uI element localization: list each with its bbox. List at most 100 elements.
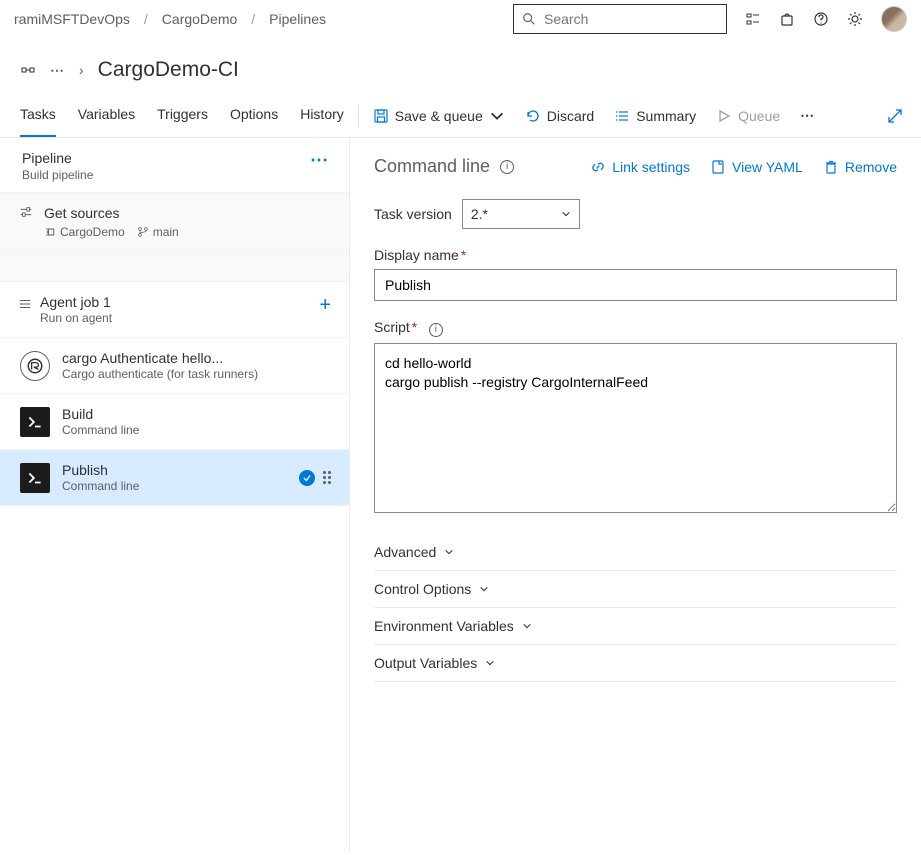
title-overflow-button[interactable]: ⋯ <box>50 62 65 79</box>
save-queue-button[interactable]: Save & queue <box>373 108 505 124</box>
section-env-vars[interactable]: Environment Variables <box>374 608 897 645</box>
cmd-overflow-button[interactable]: ⋯ <box>800 107 815 124</box>
display-name-label: Display name* <box>374 247 466 263</box>
link-icon <box>590 159 606 175</box>
task-subtitle: Cargo authenticate (for task runners) <box>62 367 258 381</box>
task-item-cargo-auth[interactable]: cargo Authenticate hello... Cargo authen… <box>0 338 349 394</box>
breadcrumb-org[interactable]: ramiMSFTDevOps <box>14 11 130 27</box>
cli-icon <box>20 407 50 437</box>
marketplace-icon[interactable] <box>779 11 795 27</box>
chevron-down-icon <box>444 547 454 557</box>
help-icon[interactable] <box>813 11 829 27</box>
breadcrumb: ramiMSFTDevOps / CargoDemo / Pipelines <box>14 11 326 27</box>
display-name-input[interactable] <box>374 269 897 301</box>
script-textarea[interactable] <box>374 343 897 513</box>
section-control-options[interactable]: Control Options <box>374 571 897 608</box>
queue-button: Queue <box>716 108 780 124</box>
tab-history[interactable]: History <box>300 94 344 137</box>
undo-icon <box>525 108 541 124</box>
save-icon <box>373 108 389 124</box>
section-advanced[interactable]: Advanced <box>374 534 897 571</box>
tasks-icon[interactable] <box>745 11 761 27</box>
settings-icon[interactable] <box>847 11 863 27</box>
task-subtitle: Command line <box>62 423 139 437</box>
search-icon <box>522 12 536 26</box>
info-icon[interactable]: i <box>500 160 514 174</box>
pipeline-title: Pipeline <box>22 150 331 166</box>
view-yaml-label: View YAML <box>732 159 803 175</box>
breadcrumb-sep-icon: / <box>144 11 148 27</box>
agent-job-row[interactable]: Agent job 1 Run on agent + <box>0 282 349 338</box>
list-icon <box>18 297 32 311</box>
chevron-down-icon <box>522 621 532 631</box>
tab-options[interactable]: Options <box>230 94 278 137</box>
get-sources-row[interactable]: Get sources CargoDemo main <box>0 193 349 252</box>
remove-label: Remove <box>845 159 897 175</box>
breadcrumb-project[interactable]: CargoDemo <box>162 11 237 27</box>
section-output-vars[interactable]: Output Variables <box>374 645 897 682</box>
panel-title: Command line <box>374 156 490 177</box>
pipeline-more-button[interactable]: ⋯ <box>310 150 329 171</box>
drag-handle[interactable] <box>323 471 331 484</box>
discard-button[interactable]: Discard <box>525 108 594 124</box>
sliders-icon <box>19 205 33 219</box>
required-icon: * <box>461 247 466 263</box>
repo-name: CargoDemo <box>60 225 125 239</box>
agent-title: Agent job 1 <box>40 294 112 310</box>
pipeline-header[interactable]: Pipeline Build pipeline ⋯ <box>0 138 349 193</box>
task-item-build[interactable]: Build Command line <box>0 394 349 450</box>
search-box[interactable] <box>513 4 727 34</box>
branch-icon <box>137 226 149 238</box>
branch-name: main <box>153 225 179 239</box>
task-title: Publish <box>62 462 139 478</box>
status-ok-icon <box>299 470 315 486</box>
save-queue-label: Save & queue <box>395 108 483 124</box>
section-env-label: Environment Variables <box>374 618 514 634</box>
page-title: CargoDemo-CI <box>98 58 239 82</box>
pipeline-subtitle: Build pipeline <box>22 168 331 182</box>
cli-icon <box>20 463 50 493</box>
spacer <box>0 252 349 282</box>
separator <box>358 105 359 127</box>
task-title: cargo Authenticate hello... <box>62 350 258 366</box>
task-version-select[interactable]: 2.* <box>462 199 580 229</box>
task-version-value: 2.* <box>471 206 488 222</box>
list-icon <box>614 108 630 124</box>
view-yaml-button[interactable]: View YAML <box>710 159 803 175</box>
avatar[interactable] <box>881 6 907 32</box>
fullscreen-button[interactable] <box>887 108 903 124</box>
task-version-label: Task version <box>374 206 452 222</box>
task-item-publish[interactable]: Publish Command line <box>0 450 349 506</box>
chevron-down-icon <box>489 108 505 124</box>
trash-icon <box>823 159 839 175</box>
agent-subtitle: Run on agent <box>40 311 112 325</box>
repo-icon <box>44 226 56 238</box>
summary-label: Summary <box>636 108 696 124</box>
play-icon <box>716 108 732 124</box>
link-settings-button[interactable]: Link settings <box>590 159 690 175</box>
chevron-down-icon <box>561 209 571 219</box>
get-sources-title: Get sources <box>44 205 331 221</box>
link-settings-label: Link settings <box>612 159 690 175</box>
task-subtitle: Command line <box>62 479 139 493</box>
task-title: Build <box>62 406 139 422</box>
file-icon <box>710 159 726 175</box>
summary-button[interactable]: Summary <box>614 108 696 124</box>
breadcrumb-area[interactable]: Pipelines <box>269 11 326 27</box>
branch-indicator: main <box>137 225 179 239</box>
info-icon[interactable]: i <box>429 323 443 337</box>
add-task-button[interactable]: + <box>319 294 331 317</box>
section-control-label: Control Options <box>374 581 471 597</box>
repo-indicator: CargoDemo <box>44 225 125 239</box>
remove-button[interactable]: Remove <box>823 159 897 175</box>
discard-label: Discard <box>547 108 594 124</box>
search-input[interactable] <box>544 11 718 27</box>
section-output-label: Output Variables <box>374 655 477 671</box>
tab-tasks[interactable]: Tasks <box>20 94 56 137</box>
chevron-down-icon <box>485 658 495 668</box>
section-advanced-label: Advanced <box>374 544 436 560</box>
rust-icon <box>20 351 50 381</box>
chevron-right-icon: › <box>79 62 84 78</box>
tab-triggers[interactable]: Triggers <box>157 94 208 137</box>
tab-variables[interactable]: Variables <box>78 94 135 137</box>
